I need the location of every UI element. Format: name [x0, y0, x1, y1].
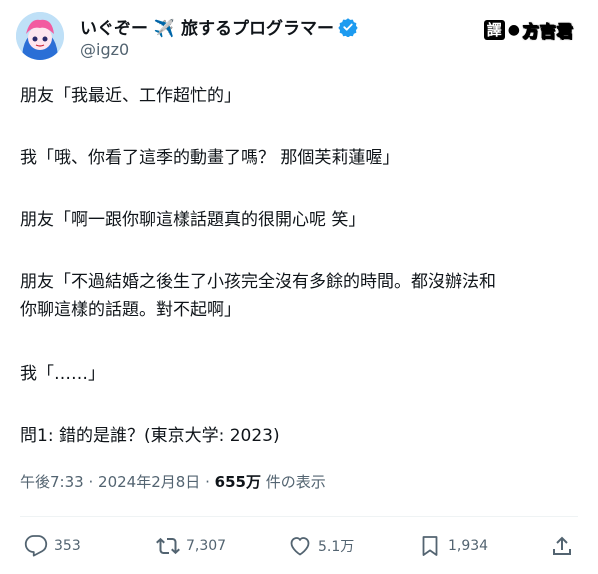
bookmark-count: 1,934	[448, 538, 489, 554]
retweet-button[interactable]: 7,307	[156, 534, 226, 558]
heart-icon	[290, 537, 310, 556]
views-count: 655万	[214, 473, 261, 491]
action-bar: 353 7,307 5.1万 1,934	[0, 518, 598, 574]
tweet-line: 你聊這樣的話題。對不起啊」	[20, 300, 241, 320]
tweet-line: 問1: 錯的是誰？(東京大学: 2023)	[20, 426, 280, 446]
avatar[interactable]	[16, 12, 64, 60]
views-label: 件の表示	[265, 473, 326, 491]
share-icon	[553, 536, 571, 555]
bookmark-icon	[422, 536, 438, 556]
meta-separator: ·	[88, 473, 94, 491]
divider	[20, 516, 578, 517]
tweet-line: 朋友「不過結婚之後生了小孩完全沒有多餘的時間。都沒辦法和	[20, 272, 496, 292]
meta-separator: ·	[205, 473, 210, 491]
retweet-icon	[156, 537, 180, 555]
author-handle[interactable]: @igz0	[80, 40, 129, 59]
tweet-line: 我「……」	[20, 364, 105, 384]
reply-button[interactable]: 353	[24, 534, 81, 558]
translator-name: 方吉君	[522, 22, 574, 42]
translator-colon-icon: ●	[507, 22, 520, 38]
tweet-time[interactable]: 午後7:33	[20, 473, 84, 491]
author-name-row[interactable]: いぐぞー ✈️ 旅するプログラマー	[80, 14, 358, 39]
translator-label: 譯	[483, 20, 505, 40]
tweet-date[interactable]: 2024年2月8日	[98, 473, 200, 491]
share-button[interactable]	[550, 534, 574, 558]
translator-watermark: 譯 ● 方吉君	[483, 18, 574, 42]
tweet-line: 朋友「啊一跟你聊這樣話題真的很開心呢 笑」	[20, 210, 366, 230]
like-button[interactable]: 5.1万	[288, 534, 354, 558]
verified-badge-icon	[338, 17, 358, 38]
tweet-line: 朋友「我最近、工作超忙的」	[20, 86, 241, 106]
retweet-count: 7,307	[186, 538, 227, 554]
reply-icon	[24, 535, 48, 557]
author-display-name[interactable]: いぐぞー ✈️ 旅するプログラマー	[80, 14, 334, 39]
tweet-line: 我「哦、你看了這季的動畫了嗎？ 那個芙莉蓮喔」	[20, 148, 400, 168]
tweet-header: いぐぞー ✈️ 旅するプログラマー @igz0 譯 ● 方吉君	[0, 0, 598, 72]
reply-count: 353	[54, 538, 81, 554]
tweet-meta: 午後7:33 · 2024年2月8日 · 655万 件の表示	[20, 471, 326, 492]
bookmark-button[interactable]: 1,934	[418, 534, 488, 558]
like-count: 5.1万	[318, 539, 355, 555]
